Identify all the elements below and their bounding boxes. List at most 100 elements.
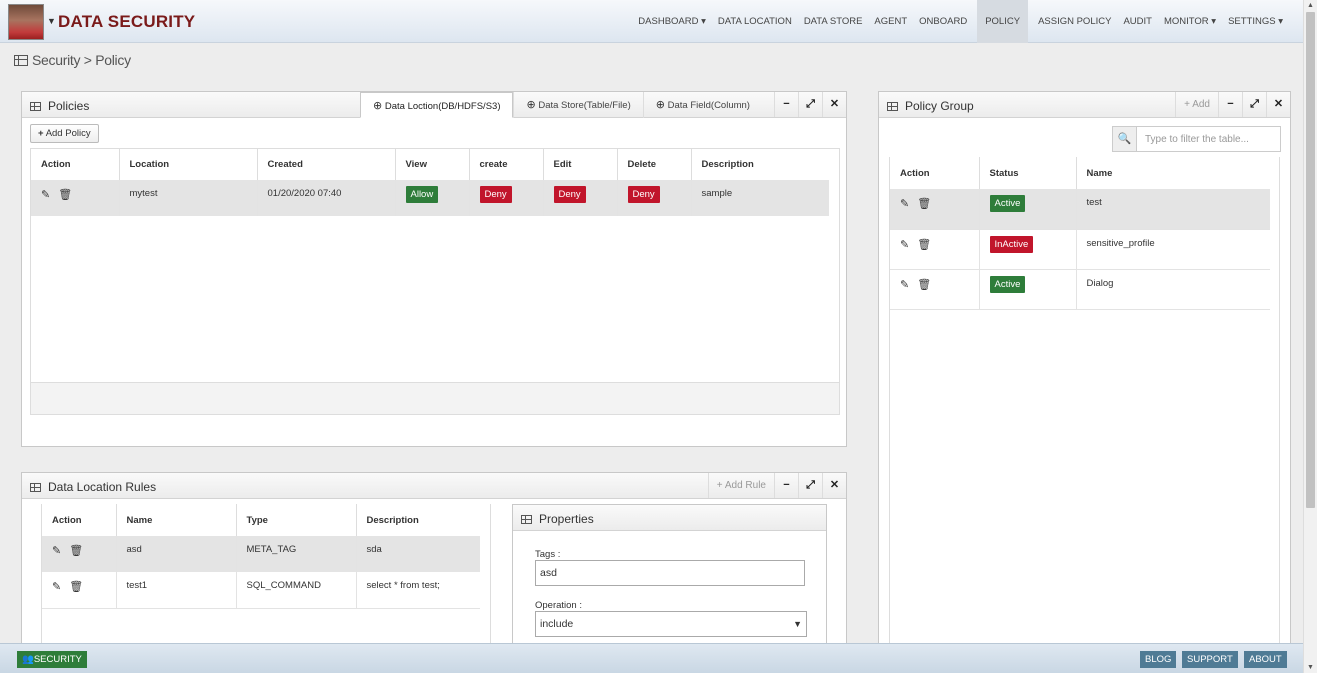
trash-icon[interactable]: 🗑 [917, 238, 931, 251]
tab-data-location[interactable]: ⊕ Data Loction(DB/HDFS/S3) [360, 92, 514, 118]
add-group-button[interactable]: + Add [1175, 92, 1218, 117]
expand-button[interactable]: ⤢ [798, 92, 822, 117]
about-button[interactable]: ABOUT [1244, 651, 1287, 668]
trash-icon[interactable]: 🗑 [69, 580, 83, 593]
search-icon: 🔍 [1117, 132, 1132, 145]
cell-name: test [1076, 189, 1270, 229]
policies-title-text: Policies [48, 99, 90, 113]
scroll-thumb[interactable] [1306, 12, 1315, 508]
caret-down-icon[interactable]: ▼ [47, 16, 56, 26]
table-row[interactable]: ✎ 🗑 InActive sensitive_profile [890, 229, 1270, 269]
breadcrumb: Security > Policy [14, 52, 131, 68]
add-policy-button[interactable]: + Add Policy [30, 124, 99, 143]
nav-policy[interactable]: POLICY [977, 0, 1029, 43]
operation-label: Operation : [535, 600, 582, 611]
policies-tabs: ⊕ Data Loction(DB/HDFS/S3) ⊕ Data Store(… [360, 92, 762, 118]
status-badge: Deny [627, 186, 660, 203]
col-type[interactable]: Type [236, 504, 357, 536]
col-action[interactable]: Action [890, 157, 980, 189]
nav-dashboard[interactable]: DASHBOARD ▾ [632, 0, 712, 43]
col-create[interactable]: create [469, 149, 544, 180]
minimize-button[interactable]: − [1218, 92, 1242, 117]
nav-data-store[interactable]: DATA STORE [798, 0, 869, 43]
users-icon: 👥 [22, 654, 34, 665]
table-icon [521, 514, 532, 524]
nav-audit[interactable]: AUDIT [1117, 0, 1158, 43]
properties-panel: Properties Tags : asd Operation : includ… [512, 504, 827, 654]
trash-icon[interactable]: 🗑 [58, 188, 72, 201]
security-footer-button[interactable]: 👥SECURITY [17, 651, 87, 668]
page-scrollbar[interactable]: ▲ ▼ [1303, 0, 1317, 673]
col-delete[interactable]: Delete [617, 149, 692, 180]
trash-icon[interactable]: 🗑 [69, 544, 83, 557]
nav-agent[interactable]: AGENT [868, 0, 913, 43]
edit-icon[interactable]: ✎ [900, 238, 909, 251]
main-nav: DASHBOARD ▾ DATA LOCATION DATA STORE AGE… [632, 0, 1289, 43]
table-row[interactable]: ✎ 🗑 Active test [890, 189, 1270, 229]
nav-assign-policy[interactable]: ASSIGN POLICY [1032, 0, 1117, 43]
operation-select[interactable]: include ▼ [535, 611, 807, 637]
expand-button[interactable]: ⤢ [1242, 92, 1266, 117]
close-button[interactable]: ✕ [822, 473, 846, 498]
blog-button[interactable]: BLOG [1140, 651, 1177, 668]
policy-group-table-wrap: Action Status Name ✎ 🗑 Active test ✎ 🗑 InA… [889, 157, 1280, 652]
tab-data-store[interactable]: ⊕ Data Store(Table/File) [513, 92, 642, 118]
nav-settings[interactable]: SETTINGS ▾ [1222, 0, 1289, 43]
tab-data-field[interactable]: ⊕ Data Field(Column) [642, 92, 762, 118]
minimize-button[interactable]: − [774, 473, 798, 498]
app-brand[interactable]: DATA SECURITY [58, 12, 195, 32]
col-description[interactable]: Description [356, 504, 480, 536]
edit-icon[interactable]: ✎ [900, 278, 909, 291]
policies-table: Action Location Created View create Edit… [31, 149, 829, 216]
table-icon [30, 482, 41, 492]
expand-button[interactable]: ⤢ [798, 473, 822, 498]
cell-name: test1 [116, 572, 237, 608]
policy-group-header: Policy Group + Add − ⤢ ✕ [879, 92, 1290, 118]
col-name[interactable]: Name [1076, 157, 1270, 189]
cell-created: 01/20/2020 07:40 [257, 180, 396, 216]
edit-icon[interactable]: ✎ [900, 197, 909, 210]
nav-monitor[interactable]: MONITOR ▾ [1158, 0, 1222, 43]
table-row[interactable]: ✎ 🗑 asd META_TAG sda [42, 536, 480, 572]
col-action[interactable]: Action [31, 149, 120, 180]
minimize-button[interactable]: − [774, 92, 798, 117]
table-row[interactable]: ✎ 🗑 mytest 01/20/2020 07:40 Allow Deny De… [31, 180, 829, 216]
scroll-down-icon[interactable]: ▼ [1307, 664, 1314, 671]
user-avatar[interactable] [8, 4, 44, 40]
col-location[interactable]: Location [119, 149, 258, 180]
filter-input[interactable]: Type to filter the table... [1136, 126, 1281, 152]
circle-arrow-up-icon: ⊕ [655, 98, 665, 111]
cell-description: select * from test; [366, 580, 440, 591]
table-row[interactable]: ✎ 🗑 Active Dialog [890, 269, 1270, 309]
table-icon [30, 101, 41, 111]
tags-input[interactable]: asd [535, 560, 805, 586]
rules-header: Data Location Rules + Add Rule − ⤢ ✕ [22, 473, 846, 499]
status-badge: InActive [989, 235, 1034, 253]
rules-table: Action Name Type Description ✎ 🗑 asd META… [42, 504, 480, 609]
edit-icon[interactable]: ✎ [41, 188, 50, 201]
trash-icon[interactable]: 🗑 [917, 278, 931, 291]
edit-icon[interactable]: ✎ [52, 580, 61, 593]
col-action[interactable]: Action [42, 504, 117, 536]
add-rule-button[interactable]: + Add Rule [707, 473, 774, 498]
support-button[interactable]: SUPPORT [1182, 651, 1238, 668]
trash-icon[interactable]: 🗑 [917, 197, 931, 210]
cell-type: SQL_COMMAND [236, 572, 357, 608]
scroll-up-icon[interactable]: ▲ [1307, 2, 1314, 9]
table-icon [14, 54, 28, 66]
nav-onboard[interactable]: ONBOARD [913, 0, 973, 43]
col-view[interactable]: View [395, 149, 470, 180]
nav-data-location[interactable]: DATA LOCATION [712, 0, 798, 43]
edit-icon[interactable]: ✎ [52, 544, 61, 557]
col-status[interactable]: Status [979, 157, 1077, 189]
close-button[interactable]: ✕ [1266, 92, 1290, 117]
table-row[interactable]: ✎ 🗑 test1 SQL_COMMAND select * from test; [42, 572, 480, 608]
filter-search-button[interactable]: 🔍 [1112, 126, 1137, 152]
col-name[interactable]: Name [116, 504, 237, 536]
col-edit[interactable]: Edit [543, 149, 618, 180]
col-created[interactable]: Created [257, 149, 396, 180]
status-badge: Allow [405, 186, 439, 203]
footer-bar: 👥SECURITY BLOG SUPPORT ABOUT [0, 643, 1303, 673]
col-description[interactable]: Description [691, 149, 829, 180]
close-button[interactable]: ✕ [822, 92, 846, 117]
